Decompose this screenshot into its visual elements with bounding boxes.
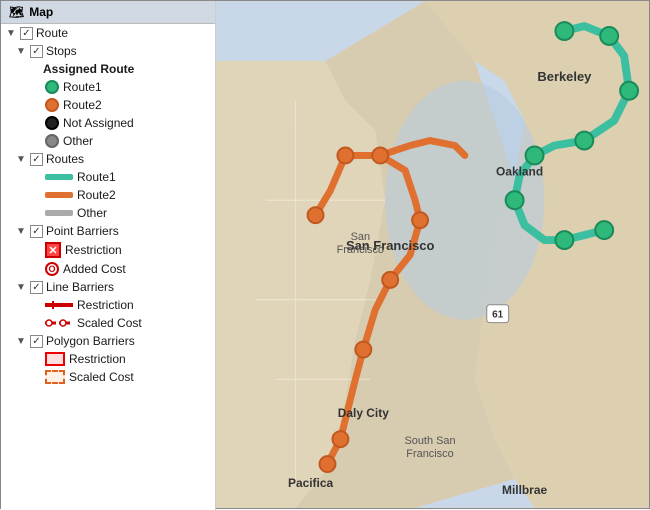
route-item[interactable]: ▼ ✓ Route bbox=[1, 24, 215, 42]
expand-routes[interactable]: ▼ bbox=[15, 154, 27, 165]
checkbox-line-barriers[interactable]: ✓ bbox=[30, 281, 43, 294]
route2-line-icon bbox=[45, 192, 73, 198]
other-stop-item: Other bbox=[1, 132, 215, 150]
berkeley-label: Berkeley bbox=[537, 69, 592, 84]
expand-stops[interactable]: ▼ bbox=[15, 46, 27, 57]
other-line-item: Other bbox=[1, 204, 215, 222]
lb-scaled-cost-label: Scaled Cost bbox=[77, 316, 142, 330]
route1-stop-icon bbox=[45, 80, 59, 94]
green-stop-3 bbox=[620, 82, 638, 100]
expand-point-barriers[interactable]: ▼ bbox=[15, 226, 27, 237]
orange-stop-2 bbox=[372, 147, 388, 163]
pb-restriction-label: Restriction bbox=[65, 243, 122, 257]
highway-61-label: 61 bbox=[492, 310, 504, 321]
sidebar: 🗺 Map ▼ ✓ Route ▼ ✓ Stops Assigned Route… bbox=[1, 1, 216, 510]
point-barriers-item[interactable]: ▼ ✓ Point Barriers bbox=[1, 222, 215, 240]
route1-stop-item: Route1 bbox=[1, 78, 215, 96]
poly-scaled-cost-label: Scaled Cost bbox=[69, 370, 134, 384]
route2-stop-item: Route2 bbox=[1, 96, 215, 114]
orange-stop-1 bbox=[337, 147, 353, 163]
millbrae-label: Millbrae bbox=[502, 483, 547, 497]
green-stop-1 bbox=[555, 22, 573, 40]
pb-added-cost-item: O Added Cost bbox=[1, 260, 215, 278]
orange-stop-4 bbox=[412, 212, 428, 228]
other-line-icon bbox=[45, 210, 73, 216]
other-stop-label: Other bbox=[63, 134, 93, 148]
pb-added-cost-label: Added Cost bbox=[63, 262, 126, 276]
map-svg: 61 Berkeley San Francisco San Francisco … bbox=[216, 1, 649, 508]
poly-restriction-icon bbox=[45, 352, 65, 366]
green-stop-2 bbox=[600, 27, 618, 45]
route2-stop-label: Route2 bbox=[63, 98, 102, 112]
assigned-route-header: Assigned Route bbox=[1, 60, 215, 78]
routes-item[interactable]: ▼ ✓ Routes bbox=[1, 150, 215, 168]
daly-city-label: Daly City bbox=[338, 406, 389, 420]
orange-stop-3 bbox=[308, 207, 324, 223]
lb-scaled-cost-icon bbox=[45, 318, 73, 328]
orange-stop-6 bbox=[332, 431, 348, 447]
expand-route[interactable]: ▼ bbox=[5, 28, 17, 39]
not-assigned-icon bbox=[45, 116, 59, 130]
poly-scaled-cost-item: Scaled Cost bbox=[1, 368, 215, 386]
line-barriers-label: Line Barriers bbox=[46, 280, 114, 294]
orange-stop-7 bbox=[320, 456, 336, 472]
point-barriers-label: Point Barriers bbox=[46, 224, 119, 238]
green-stop-8 bbox=[595, 221, 613, 239]
oakland-label: Oakland bbox=[496, 164, 543, 178]
poly-scaled-cost-icon bbox=[45, 370, 65, 384]
green-stop-6 bbox=[506, 191, 524, 209]
route1-line-label: Route1 bbox=[77, 170, 116, 184]
other-line-label: Other bbox=[77, 206, 107, 220]
expand-line-barriers[interactable]: ▼ bbox=[15, 282, 27, 293]
routes-label: Routes bbox=[46, 152, 84, 166]
green-stop-5 bbox=[526, 146, 544, 164]
route1-stop-label: Route1 bbox=[63, 80, 102, 94]
map[interactable]: 61 Berkeley San Francisco San Francisco … bbox=[216, 1, 649, 508]
pb-restriction-item: ✕ Restriction bbox=[1, 240, 215, 260]
pacifica-label: Pacifica bbox=[288, 476, 333, 490]
poly-restriction-item: Restriction bbox=[1, 350, 215, 368]
checkbox-polygon-barriers[interactable]: ✓ bbox=[30, 335, 43, 348]
not-assigned-item: Not Assigned bbox=[1, 114, 215, 132]
lb-scaled-svg bbox=[45, 318, 73, 328]
san-francisco-sub2: Francisco bbox=[337, 244, 384, 256]
sidebar-title: Map bbox=[29, 5, 53, 19]
checkbox-stops[interactable]: ✓ bbox=[30, 45, 43, 58]
orange-stop-8 bbox=[382, 272, 398, 288]
map-icon: 🗺 bbox=[9, 5, 24, 19]
pb-added-cost-icon: O bbox=[45, 262, 59, 276]
south-sf-label2: Francisco bbox=[406, 448, 453, 460]
lb-restriction-label: Restriction bbox=[77, 298, 134, 312]
lb-restriction-item: Restriction bbox=[1, 296, 215, 314]
green-stop-7 bbox=[555, 231, 573, 249]
polygon-barriers-label: Polygon Barriers bbox=[46, 334, 135, 348]
route2-stop-icon bbox=[45, 98, 59, 112]
south-sf-label: South San bbox=[404, 435, 455, 447]
checkbox-route[interactable]: ✓ bbox=[20, 27, 33, 40]
green-stop-4 bbox=[575, 132, 593, 150]
checkbox-point-barriers[interactable]: ✓ bbox=[30, 225, 43, 238]
pb-restriction-icon: ✕ bbox=[45, 242, 61, 258]
stops-item[interactable]: ▼ ✓ Stops bbox=[1, 42, 215, 60]
poly-restriction-label: Restriction bbox=[69, 352, 126, 366]
stops-label: Stops bbox=[46, 44, 77, 58]
san-francisco-sub: San bbox=[351, 231, 370, 243]
route2-line-item: Route2 bbox=[1, 186, 215, 204]
route-label: Route bbox=[36, 26, 68, 40]
line-barriers-item[interactable]: ▼ ✓ Line Barriers bbox=[1, 278, 215, 296]
checkbox-routes[interactable]: ✓ bbox=[30, 153, 43, 166]
sidebar-header: 🗺 Map bbox=[1, 1, 215, 24]
lb-restriction-icon bbox=[45, 300, 73, 310]
other-stop-icon bbox=[45, 134, 59, 148]
route2-line-label: Route2 bbox=[77, 188, 116, 202]
assigned-route-label: Assigned Route bbox=[43, 62, 134, 76]
route1-line-item: Route1 bbox=[1, 168, 215, 186]
not-assigned-label: Not Assigned bbox=[63, 116, 134, 130]
polygon-barriers-item[interactable]: ▼ ✓ Polygon Barriers bbox=[1, 332, 215, 350]
route1-line-icon bbox=[45, 174, 73, 180]
orange-stop-5 bbox=[355, 342, 371, 358]
expand-polygon-barriers[interactable]: ▼ bbox=[15, 336, 27, 347]
lb-restriction-svg bbox=[45, 300, 73, 310]
lb-scaled-cost-item: Scaled Cost bbox=[1, 314, 215, 332]
